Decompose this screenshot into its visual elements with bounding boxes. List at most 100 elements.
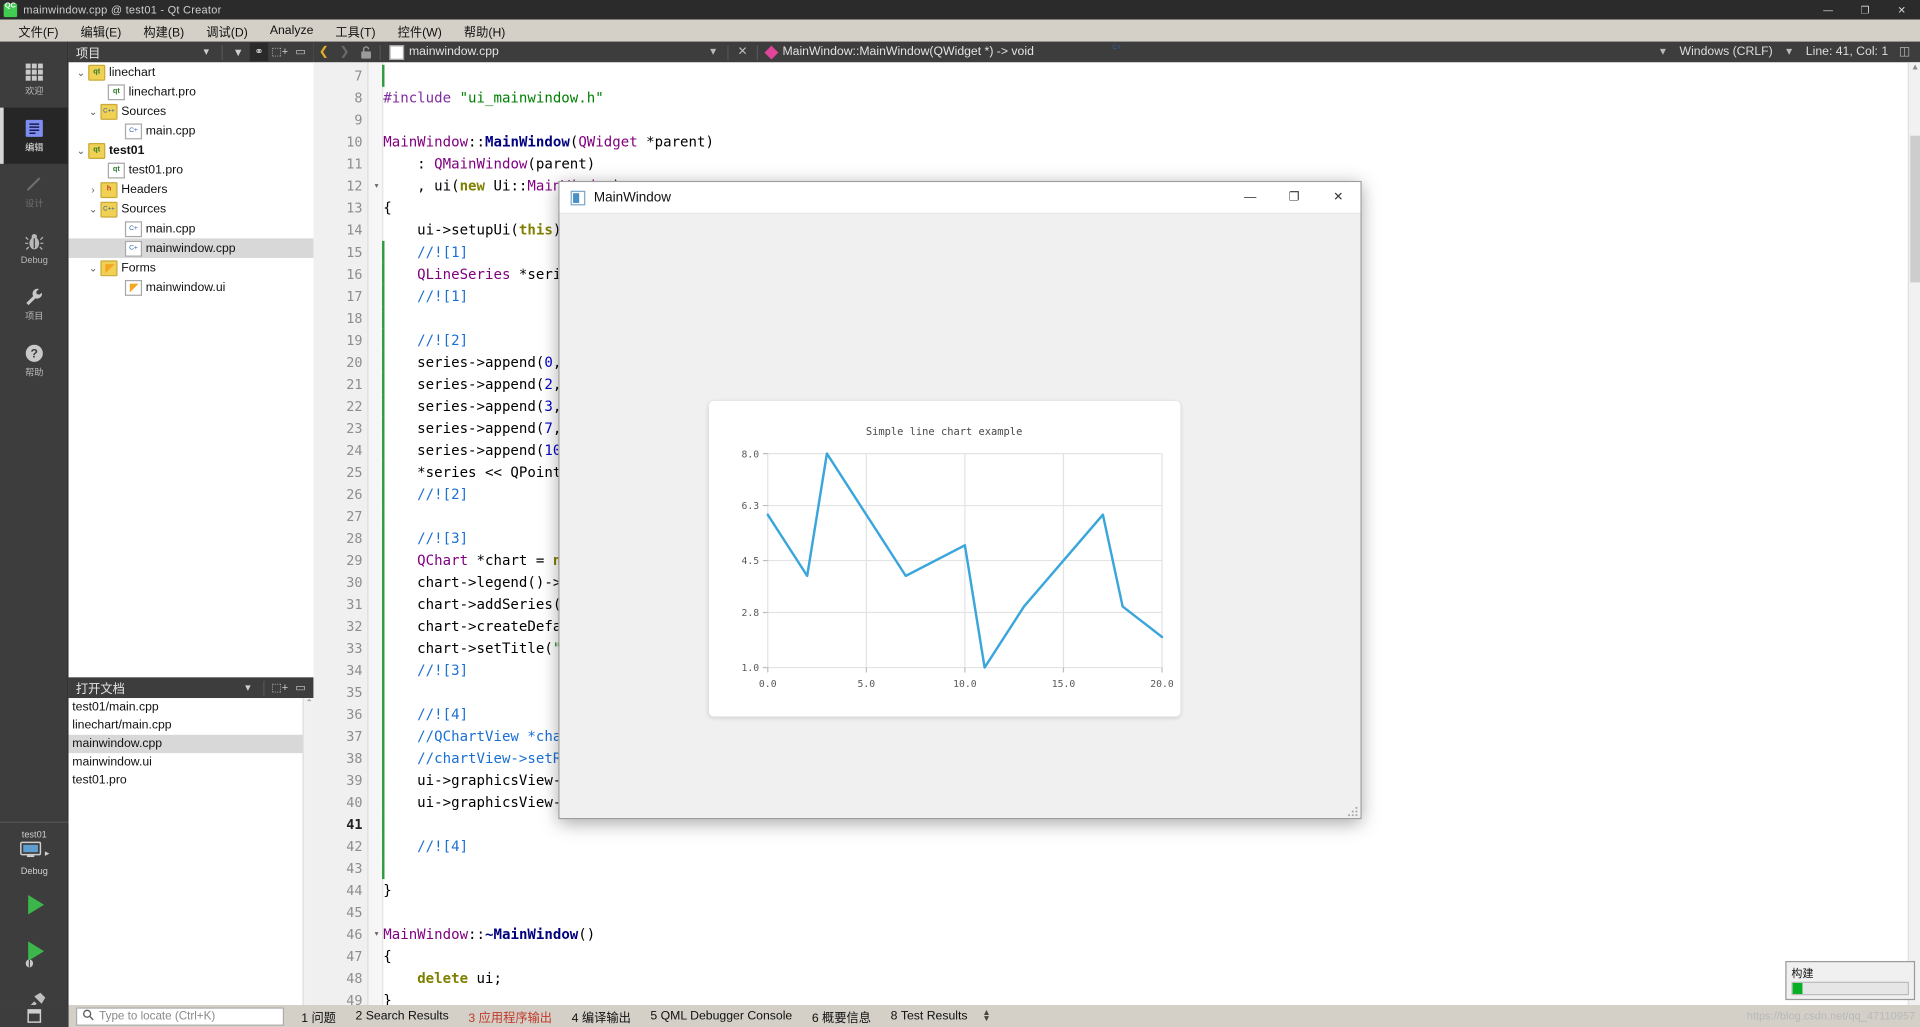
output-pane-problems[interactable]: 1 问题 xyxy=(291,1007,345,1025)
projects-link-with-editor-icon[interactable]: ⚭ xyxy=(249,42,269,62)
output-pane-general-messages[interactable]: 6 概要信息 xyxy=(802,1007,881,1025)
output-pane-navigation-icon[interactable]: ▲ ▼ xyxy=(977,1009,990,1024)
open-doc-item[interactable]: test01.pro xyxy=(69,771,314,789)
code-line[interactable]: //![1] xyxy=(383,287,468,304)
code-line[interactable]: ui->setupUi(this); xyxy=(383,221,570,238)
mainwindow-close-button[interactable]: ✕ xyxy=(1316,182,1360,214)
tree-twisty-icon[interactable]: ⌄ xyxy=(86,106,101,117)
mode-design[interactable]: 设计 xyxy=(0,164,69,220)
opendocs-close-dock-icon[interactable]: ▭ xyxy=(291,679,309,697)
tree-row-linechart[interactable]: ⌄ linechart xyxy=(69,62,314,82)
projects-filter-icon[interactable]: ▼ xyxy=(229,43,247,61)
open-documents-scrollbar[interactable]: ⌃ xyxy=(302,698,314,1027)
code-line[interactable]: MainWindow::MainWindow(QWidget *parent) xyxy=(383,133,714,150)
tree-twisty-icon[interactable]: ⌄ xyxy=(86,262,101,273)
code-line[interactable]: //![2] xyxy=(383,331,468,348)
open-documents-list[interactable]: test01/main.cpp linechart/main.cpp mainw… xyxy=(68,698,314,1027)
opendocs-split-icon[interactable]: ⬚+ xyxy=(271,679,289,697)
editor-vertical-scrollbar[interactable]: ▲ xyxy=(1907,62,1920,1027)
fold-marker[interactable]: ▾ xyxy=(370,928,383,939)
h-folder-icon xyxy=(100,181,118,198)
open-doc-label: test01.pro xyxy=(72,773,127,788)
mode-help[interactable]: ? 帮助 xyxy=(0,333,69,389)
project-tree[interactable]: ⌄ linechart linechart.pro ⌄ Sources main… xyxy=(68,62,314,678)
projects-dropdown-arrow-icon[interactable]: ▾ xyxy=(197,43,215,61)
code-line[interactable]: //![4] xyxy=(383,837,468,854)
code-line[interactable]: { xyxy=(383,948,391,965)
menu-edit[interactable]: 编辑(E) xyxy=(70,19,133,42)
tree-row-forms[interactable]: ⌄ Forms xyxy=(69,258,314,278)
menu-analyze[interactable]: Analyze xyxy=(259,21,325,39)
code-line[interactable]: //![1] xyxy=(383,243,468,260)
code-line[interactable]: #include "ui_mainwindow.h" xyxy=(383,89,603,106)
menu-widgets[interactable]: 控件(W) xyxy=(387,19,453,42)
menu-help[interactable]: 帮助(H) xyxy=(453,19,517,42)
code-line[interactable]: { xyxy=(383,199,391,216)
line-number: 17 xyxy=(346,288,363,305)
mainwindow-maximize-button[interactable]: ❐ xyxy=(1272,182,1316,214)
tree-twisty-icon[interactable]: › xyxy=(86,184,101,195)
output-pane-qml-debugger-console[interactable]: 5 QML Debugger Console xyxy=(641,1009,802,1022)
mainwindow-title-bar[interactable]: MainWindow — ❐ ✕ xyxy=(559,182,1361,214)
window-minimize-button[interactable]: — xyxy=(1810,0,1847,20)
output-pane-test-results[interactable]: 8 Test Results xyxy=(881,1009,978,1022)
mode-welcome[interactable]: 欢迎 xyxy=(0,51,69,107)
open-doc-item[interactable]: linechart/main.cpp xyxy=(69,716,314,734)
debug-run-button[interactable] xyxy=(0,929,69,978)
mainwindow-app-window[interactable]: MainWindow — ❐ ✕ Simple line chart examp… xyxy=(558,180,1362,820)
code-line[interactable]: //![3] xyxy=(383,529,468,546)
menu-debug[interactable]: 调试(D) xyxy=(195,19,259,42)
window-maximize-button[interactable]: ❐ xyxy=(1847,0,1884,20)
code-line[interactable]: delete ui; xyxy=(383,970,502,987)
projects-split-icon[interactable]: ⬚+ xyxy=(271,43,289,61)
tree-row-test01-pro[interactable]: test01.pro xyxy=(69,160,314,180)
tree-row-test01-main-cpp[interactable]: main.cpp xyxy=(69,219,314,239)
tree-row-linechart-pro[interactable]: linechart.pro xyxy=(69,82,314,102)
kit-build-config: Debug xyxy=(20,865,48,877)
mode-edit[interactable]: 编辑 xyxy=(0,107,69,164)
editor-file-combo[interactable]: mainwindow.cpp xyxy=(384,42,580,63)
opendocs-dropdown-arrow-icon[interactable]: ▾ xyxy=(239,679,257,697)
tree-row-mainwindow-ui[interactable]: mainwindow.ui xyxy=(69,278,314,298)
menu-build[interactable]: 构建(B) xyxy=(132,19,195,42)
menu-tools[interactable]: 工具(T) xyxy=(324,19,386,42)
resize-grip-icon[interactable] xyxy=(1346,803,1358,817)
mainwindow-minimize-button[interactable]: — xyxy=(1228,182,1272,214)
output-pane-app-output[interactable]: 3 应用程序输出 xyxy=(459,1007,562,1025)
tree-twisty-icon[interactable]: ⌄ xyxy=(86,204,101,215)
output-pane-compile-output[interactable]: 4 编译输出 xyxy=(562,1007,641,1025)
kit-selector[interactable]: test01 ▸ Debug xyxy=(0,821,69,881)
fold-marker[interactable]: ▾ xyxy=(370,180,383,191)
mode-projects[interactable]: 项目 xyxy=(0,276,69,332)
line-number: 34 xyxy=(346,662,363,679)
tree-row-mainwindow-cpp[interactable]: mainwindow.cpp xyxy=(68,238,314,258)
mode-debug[interactable]: Debug xyxy=(0,220,69,276)
code-line[interactable]: : QMainWindow(parent) xyxy=(383,155,595,172)
scrollbar-thumb[interactable] xyxy=(1910,135,1920,283)
code-line[interactable]: MainWindow::~MainWindow() xyxy=(383,926,595,943)
run-button[interactable] xyxy=(0,880,69,929)
code-line[interactable]: //![4] xyxy=(383,705,468,722)
locator-mode-icon[interactable] xyxy=(0,1004,69,1027)
window-close-button[interactable]: ✕ xyxy=(1883,0,1920,20)
open-documents-header: 打开文档 ▾ ⬚+ ▭ xyxy=(68,677,314,699)
tree-row-test01[interactable]: ⌄ test01 xyxy=(69,141,314,161)
open-doc-item[interactable]: mainwindow.ui xyxy=(69,753,314,771)
tree-row-linechart-sources[interactable]: ⌄ Sources xyxy=(69,101,314,121)
output-pane-search-results[interactable]: 2 Search Results xyxy=(346,1009,459,1022)
tree-twisty-icon[interactable]: ⌄ xyxy=(73,145,88,156)
projects-close-dock-icon[interactable]: ▭ xyxy=(291,43,309,61)
tree-row-test01-sources[interactable]: ⌄ Sources xyxy=(69,199,314,219)
open-doc-item[interactable]: test01/main.cpp xyxy=(69,698,314,716)
tree-row-linechart-main-cpp[interactable]: main.cpp xyxy=(69,121,314,141)
code-line[interactable]: //![3] xyxy=(383,661,468,678)
tree-twisty-icon[interactable]: ⌄ xyxy=(73,67,88,78)
scroll-up-icon[interactable]: ▲ xyxy=(1909,62,1920,74)
locator-input[interactable]: Type to locate (Ctrl+K) xyxy=(75,1006,285,1026)
tree-row-headers[interactable]: › Headers xyxy=(69,180,314,200)
code-line[interactable]: //![2] xyxy=(383,485,468,502)
menu-file[interactable]: 文件(F) xyxy=(7,19,69,42)
open-doc-item-selected[interactable]: mainwindow.cpp xyxy=(68,734,314,754)
code-line[interactable]: } xyxy=(383,882,391,899)
chart-view[interactable]: Simple line chart example 1.0 2.8 4.5 6.3 8.… xyxy=(708,401,1181,717)
